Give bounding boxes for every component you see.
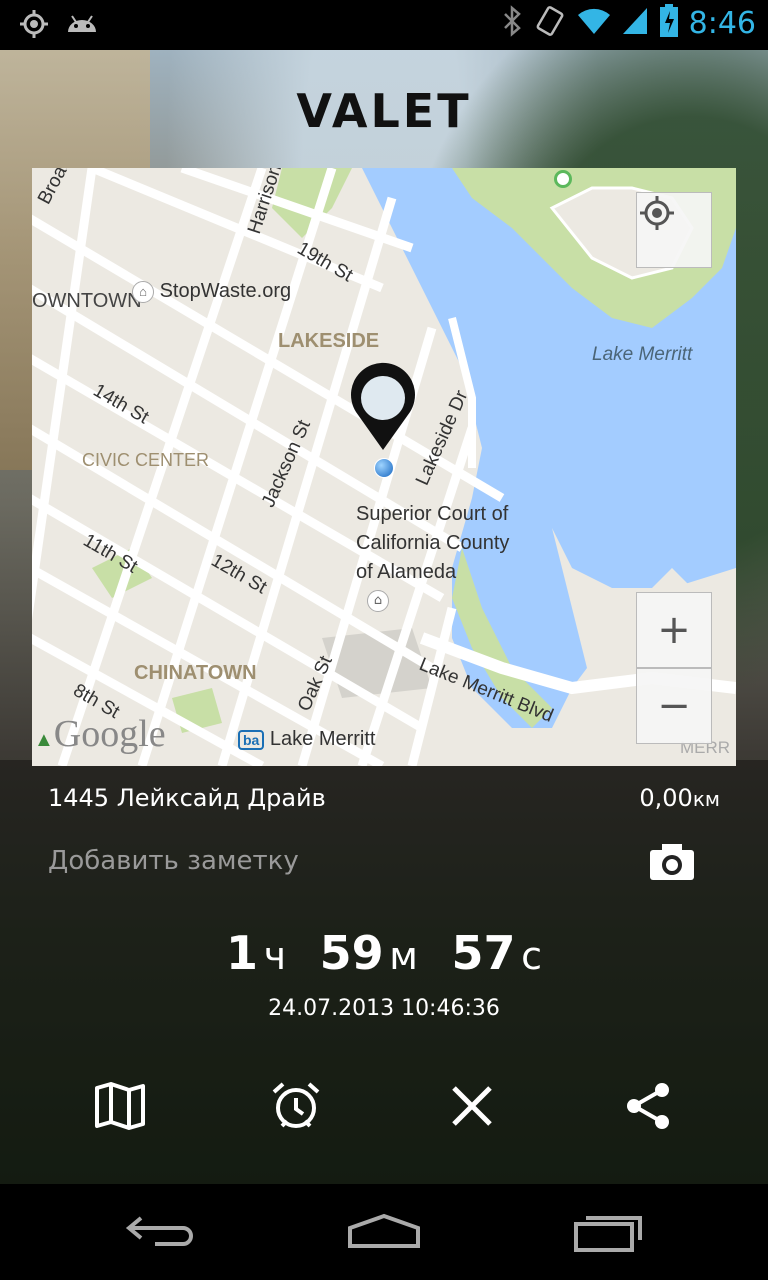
map-label-chinatown: CHINATOWN [134, 662, 257, 684]
close-icon [452, 1086, 492, 1126]
map-label-court-line1: Superior Court of [356, 503, 509, 525]
android-icon [64, 8, 100, 44]
elapsed-timer: 1 ч 59 м 57 с [0, 926, 768, 980]
zoom-out-button[interactable]: − [636, 668, 712, 744]
map-label-lake-merritt: Lake Merritt [592, 344, 693, 365]
parked-timestamp: 24.07.2013 10:46:36 [268, 996, 500, 1021]
alarm-button[interactable] [266, 1076, 326, 1136]
courthouse-icon: ⌂ [367, 590, 389, 612]
my-location-dot [374, 458, 394, 478]
signal-icon [621, 6, 649, 40]
map-icon [95, 1082, 145, 1130]
my-location-button[interactable] [636, 192, 712, 268]
timer-hours: 1 [226, 926, 259, 980]
clock: 8:46 [688, 5, 756, 41]
map-view[interactable]: Broadway Harrison 19th St OWNTOWN ⌂ Stop… [32, 168, 736, 766]
map-label-court: Superior Court of California County of A… [356, 500, 509, 587]
bluetooth-icon [501, 5, 523, 41]
timer-seconds-unit: с [521, 934, 542, 978]
timer-hours-unit: ч [263, 934, 287, 978]
map-label-court-line3: of Alameda [356, 561, 457, 583]
map-button[interactable] [90, 1076, 150, 1136]
parking-distance: 0,00км [639, 784, 720, 812]
share-button[interactable] [618, 1076, 678, 1136]
tree-icon: ▲ [34, 729, 54, 751]
timer-seconds: 57 [451, 926, 516, 980]
share-icon [627, 1083, 669, 1129]
google-logo: ▲Google [34, 713, 166, 755]
alarm-icon [272, 1082, 320, 1128]
back-button[interactable] [110, 1200, 210, 1264]
app-title: VALET [296, 84, 472, 138]
home-button[interactable] [334, 1200, 434, 1264]
navigation-bar [0, 1184, 768, 1280]
map-poi-stopwaste: ⌂ StopWaste.org [132, 280, 291, 303]
zoom-in-button[interactable]: + [636, 592, 712, 668]
map-label-court-line2: California County [356, 532, 510, 554]
bart-icon: ba [238, 730, 265, 750]
museum-icon: ⌂ [132, 280, 154, 303]
map-label-downtown: OWNTOWN [32, 290, 142, 312]
timer-minutes: 59 [319, 926, 384, 980]
clear-button[interactable] [442, 1076, 502, 1136]
location-icon [18, 8, 50, 44]
map-poi-bart: ba Lake Merritt [238, 728, 376, 751]
map-poi-marker [554, 170, 572, 188]
map-label-bart-station: Lake Merritt [269, 728, 376, 750]
crosshair-icon [640, 196, 674, 230]
map-label-civic-center: CIVIC CENTER [82, 450, 210, 470]
map-label-lakeside: LAKESIDE [278, 330, 380, 352]
status-bar: 8:46 [0, 0, 768, 50]
map-label-stopwaste: StopWaste.org [159, 280, 292, 302]
wifi-icon [577, 6, 611, 40]
distance-value: 0,00 [639, 784, 693, 812]
home-icon [348, 1213, 420, 1248]
battery-charging-icon [659, 4, 679, 42]
add-note-field[interactable]: Добавить заметку [48, 846, 299, 876]
vibrate-icon [533, 4, 567, 42]
recents-button[interactable] [558, 1200, 658, 1264]
recents-icon [574, 1216, 642, 1252]
distance-unit: км [692, 787, 720, 811]
camera-icon[interactable] [648, 842, 696, 886]
back-icon [125, 1216, 193, 1246]
timer-minutes-unit: м [389, 934, 418, 978]
parking-address: 1445 Лейксайд Драйв [48, 784, 326, 812]
